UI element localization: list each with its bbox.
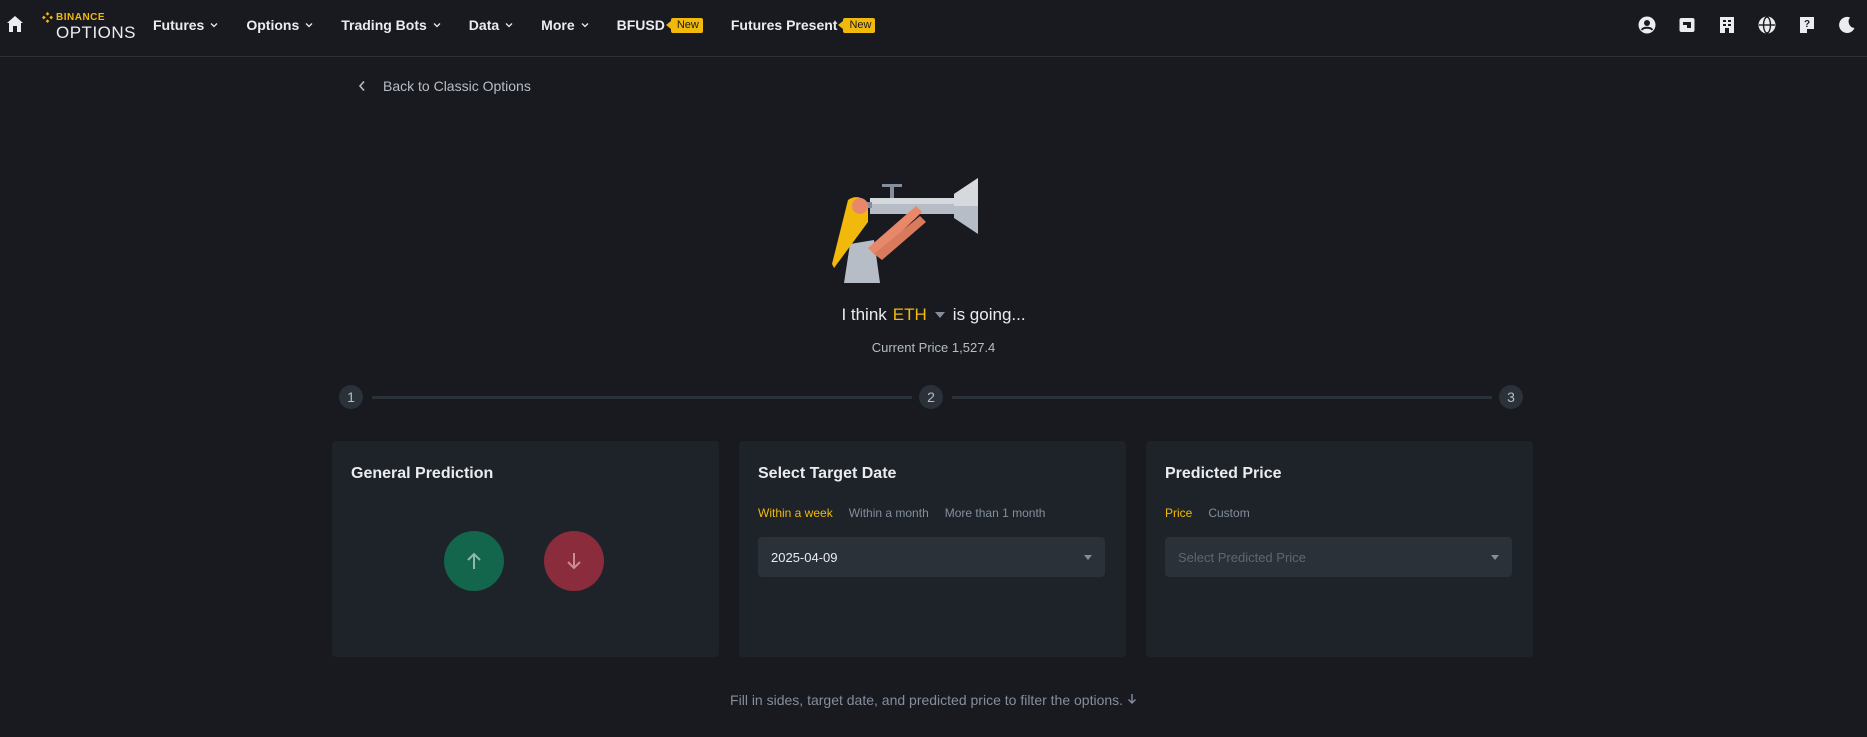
tab-more-than-1-month[interactable]: More than 1 month [945,506,1046,520]
predicted-price-card: Predicted Price Price Custom Select Pred… [1146,441,1533,657]
user-icon[interactable] [1637,15,1657,35]
general-prediction-card: General Prediction [332,441,719,657]
tab-custom[interactable]: Custom [1208,506,1249,520]
new-badge: New [838,17,876,33]
binance-options-logo[interactable]: BINANCE OPTIONS [42,12,137,42]
new-badge: New [665,17,703,33]
step-connector [952,396,1492,399]
chevron-down-icon [305,23,313,28]
binance-diamond-icon [42,12,53,23]
filter-hint: Fill in sides, target date, and predicte… [0,692,1867,708]
date-range-tabs: Within a week Within a month More than 1… [758,506,1061,520]
up-arrow-icon [467,552,481,569]
nav-bfusd[interactable]: BFUSD New [617,17,703,33]
nav-trading-bots[interactable]: Trading Bots [341,17,441,33]
filter-hint-text: Fill in sides, target date, and predicte… [730,692,1124,708]
home-icon[interactable] [5,14,25,34]
card-title: Select Target Date [758,465,897,482]
target-date-select[interactable]: 2025-04-09 [758,537,1105,577]
logo-top-text: BINANCE [56,11,106,23]
nav-label: BFUSD [616,17,665,33]
orders-icon[interactable] [1717,15,1737,35]
caret-down-icon [1084,555,1092,560]
help-icon[interactable]: ? [1797,15,1817,35]
card-title: Predicted Price [1165,465,1282,482]
back-link-label: Back to Classic Options [383,78,531,94]
tab-price[interactable]: Price [1165,506,1192,520]
main-menu: Futures Options Trading Bots Data More B… [153,0,903,50]
back-to-classic-link[interactable]: Back to Classic Options [357,78,531,94]
svg-text:?: ? [1804,19,1810,30]
logo-product-text: OPTIONS [56,23,137,42]
arrow-down-icon [1127,694,1136,704]
chevron-down-icon [505,23,513,28]
step-connector [372,396,912,399]
chevron-left-icon [358,80,365,92]
predict-down-button[interactable] [544,531,604,591]
top-navigation: BINANCE OPTIONS Futures Options Trading … [0,0,1867,57]
nav-options[interactable]: Options [246,17,313,33]
tab-within-a-month[interactable]: Within a month [849,506,929,520]
target-date-card: Select Target Date Within a week Within … [739,441,1126,657]
nav-right-tools: ? [1617,0,1867,50]
current-price: Current Price 1,527.4 [0,340,1867,355]
nav-futures-present[interactable]: Futures Present New [731,17,876,33]
card-title: General Prediction [351,465,494,482]
prediction-headline: I think ETH is going... [0,305,1867,325]
nav-label: More [541,17,575,33]
nav-label: Futures [153,17,205,33]
step-2: 2 [919,385,943,409]
down-arrow-icon [567,553,581,570]
step-1: 1 [339,385,363,409]
price-mode-tabs: Price Custom [1165,506,1266,520]
coin-selector[interactable]: ETH [893,305,945,325]
nav-data[interactable]: Data [469,17,513,33]
nav-futures[interactable]: Futures [153,17,218,33]
chevron-down-icon [581,23,589,28]
caret-down-icon [1491,555,1499,560]
telescope-illustration [832,178,978,283]
globe-icon[interactable] [1757,15,1777,35]
nav-label: Trading Bots [341,17,427,33]
nav-label: Futures Present [730,17,838,33]
wallet-icon[interactable] [1677,15,1697,35]
headline-prefix: I think [841,305,887,324]
current-price-label: Current Price [871,340,949,355]
nav-more[interactable]: More [541,17,589,33]
nav-label: Options [246,17,300,33]
predict-up-button[interactable] [444,531,504,591]
chevron-down-icon [210,23,218,28]
tab-within-a-week[interactable]: Within a week [758,506,833,520]
theme-toggle-icon[interactable] [1837,15,1857,35]
predicted-price-select[interactable]: Select Predicted Price [1165,537,1512,577]
target-date-value: 2025-04-09 [771,549,838,565]
current-price-value: 1,527.4 [951,340,996,355]
caret-down-icon [934,312,945,318]
step-3: 3 [1499,385,1523,409]
chevron-down-icon [433,23,441,28]
predicted-price-placeholder: Select Predicted Price [1178,549,1306,565]
nav-label: Data [468,17,500,33]
coin-label: ETH [892,305,927,324]
logo-brand: BINANCE [42,12,134,23]
headline-suffix: is going... [952,305,1026,324]
